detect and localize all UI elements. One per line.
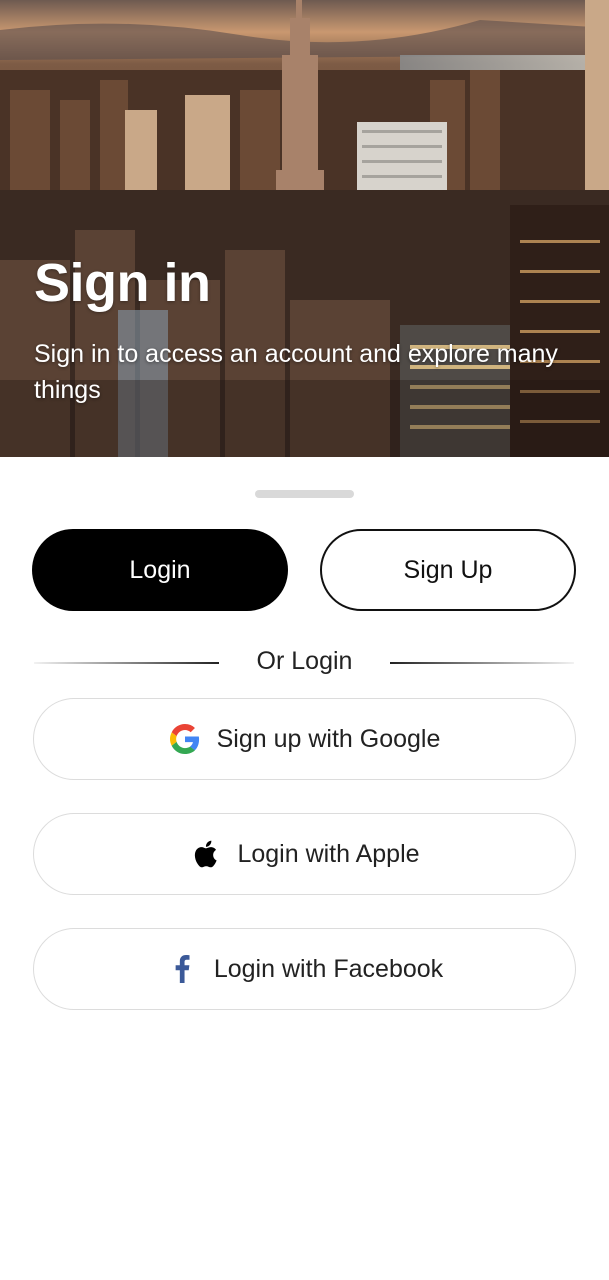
page-title: Sign in	[34, 253, 211, 313]
auth-bottom-sheet: Login Sign Up Or Login Sign up with Goog…	[0, 457, 609, 1280]
login-tab-button[interactable]: Login	[32, 529, 288, 611]
apple-button-label: Login with Apple	[237, 839, 420, 868]
divider-line-right	[390, 662, 574, 664]
apple-login-button[interactable]: Login with Apple	[33, 813, 576, 895]
facebook-button-label: Login with Facebook	[213, 954, 444, 983]
facebook-icon	[166, 953, 198, 985]
facebook-login-button[interactable]: Login with Facebook	[33, 928, 576, 1010]
hero-cityscape-image: Sign in Sign in to access an account and…	[0, 0, 609, 457]
google-icon	[169, 723, 201, 755]
page-subtitle: Sign in to access an account and explore…	[34, 340, 558, 404]
divider-line-left	[34, 662, 219, 664]
google-button-label: Sign up with Google	[216, 724, 441, 753]
google-signup-button[interactable]: Sign up with Google	[33, 698, 576, 780]
or-login-divider: Or Login	[34, 645, 574, 681]
sheet-drag-handle[interactable]	[255, 490, 354, 498]
apple-icon	[189, 838, 221, 870]
divider-text: Or Login	[256, 647, 353, 675]
signup-tab-button[interactable]: Sign Up	[320, 529, 576, 611]
